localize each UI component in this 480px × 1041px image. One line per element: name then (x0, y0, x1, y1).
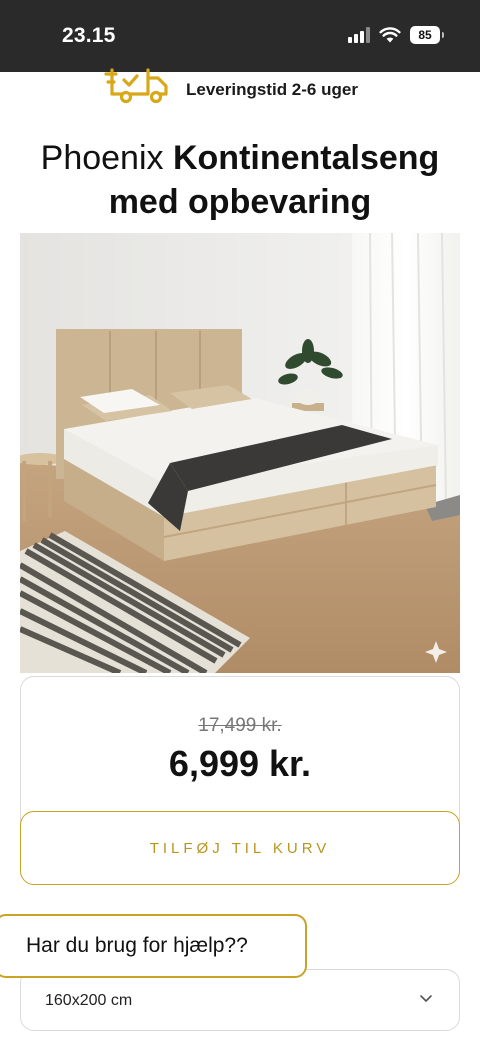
sale-price: 6,999 kr. (168, 743, 312, 784)
truck-icon (104, 68, 168, 104)
battery-level: 85 (418, 28, 432, 42)
battery-icon: 85 (410, 26, 444, 44)
size-select[interactable]: 160x200 cm (20, 969, 460, 1031)
help-chat-button[interactable]: Har du brug for hjælp?? (0, 914, 307, 978)
delivery-info: Leveringstid 2-6 uger (0, 68, 480, 114)
add-to-cart-button[interactable]: TILFØJ TIL KURV (20, 811, 460, 885)
cellular-signal-icon (348, 27, 370, 43)
price-card: 17,499 kr. 6,999 kr. TILFØJ TIL KURV (20, 676, 460, 885)
wifi-icon (379, 27, 401, 43)
chevron-down-icon (420, 995, 432, 1002)
status-bar: 23.15 85 (0, 0, 480, 72)
status-time: 23.15 (62, 24, 116, 47)
original-price: 17,499 kr. (198, 715, 282, 736)
product-image[interactable] (20, 233, 460, 673)
product-title-brand: Phoenix (40, 139, 164, 177)
bed-photo (20, 233, 460, 673)
delivery-time-text: Leveringstid 2-6 uger (186, 80, 358, 99)
product-title-subtitle: med opbevaring (108, 183, 372, 221)
product-title-name: Kontinentalseng (172, 139, 440, 177)
product-title: Phoenix Kontinentalseng med opbevaring (0, 136, 480, 224)
size-select-value: 160x200 cm (45, 992, 133, 1009)
help-chat-label: Har du brug for hjælp?? (26, 934, 248, 957)
status-icons: 85 (348, 24, 444, 46)
